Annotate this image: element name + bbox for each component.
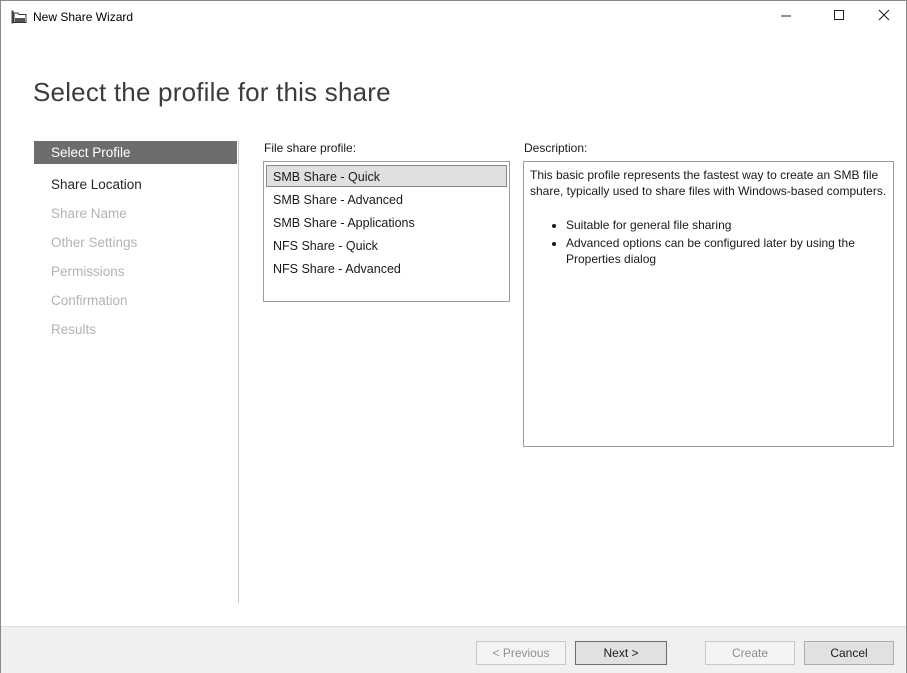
window-title: New Share Wizard: [33, 10, 134, 24]
previous-button[interactable]: < Previous: [476, 641, 566, 665]
maximize-button[interactable]: [816, 1, 861, 33]
next-button[interactable]: Next >: [575, 641, 667, 665]
nav-step-share-name: Share Name: [51, 206, 127, 221]
profile-item-nfs-quick[interactable]: NFS Share - Quick: [266, 234, 507, 256]
nav-step-results: Results: [51, 322, 97, 337]
create-button[interactable]: Create: [705, 641, 795, 665]
nav-step-confirmation: Confirmation: [51, 293, 128, 308]
nav-divider: [238, 141, 239, 603]
nav-step-select-profile[interactable]: Select Profile: [34, 141, 237, 164]
description-text: This basic profile represents the fastes…: [530, 168, 887, 198]
profile-item-smb-quick[interactable]: SMB Share - Quick: [266, 165, 507, 187]
share-folder-icon: [11, 10, 27, 24]
minimize-icon: [780, 8, 792, 26]
maximize-icon: [833, 8, 845, 26]
description-bullets: Suitable for general file sharing Advanc…: [530, 217, 887, 267]
description-bullet: Advanced options can be configured later…: [566, 235, 887, 267]
minimize-button[interactable]: [763, 1, 808, 33]
profile-item-smb-applications[interactable]: SMB Share - Applications: [266, 211, 507, 233]
wizard-window: New Share Wizard Select the profile for …: [0, 0, 907, 673]
profile-item-nfs-advanced[interactable]: NFS Share - Advanced: [266, 257, 507, 279]
close-button[interactable]: [861, 1, 906, 33]
nav-step-other-settings: Other Settings: [51, 235, 138, 250]
nav-step-permissions: Permissions: [51, 264, 125, 279]
profile-item-smb-advanced[interactable]: SMB Share - Advanced: [266, 188, 507, 210]
cancel-button[interactable]: Cancel: [804, 641, 894, 665]
profile-listbox[interactable]: SMB Share - Quick SMB Share - Advanced S…: [263, 161, 510, 302]
description-bullet: Suitable for general file sharing: [566, 217, 887, 233]
title-bar: New Share Wizard: [1, 1, 906, 33]
button-bar: < Previous Next > Create Cancel: [1, 626, 906, 673]
description-box: This basic profile represents the fastes…: [523, 161, 894, 447]
wizard-steps-nav: Select Profile Share Location Share Name…: [34, 141, 237, 344]
nav-step-share-location[interactable]: Share Location: [34, 170, 237, 199]
page-title: Select the profile for this share: [33, 77, 391, 107]
close-icon: [878, 8, 890, 26]
profile-list-label: File share profile:: [264, 141, 357, 155]
description-label: Description:: [524, 141, 588, 155]
